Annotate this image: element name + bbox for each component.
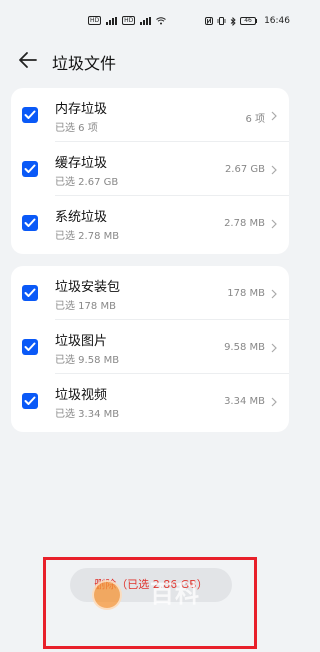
item-size: 178 MB xyxy=(227,288,265,299)
junk-group-2: 垃圾安装包 已选 178 MB 178 MB 垃圾图片 已选 9.58 MB 9… xyxy=(11,266,289,432)
status-left: HD HD xyxy=(88,16,167,25)
checkbox-checked-icon[interactable] xyxy=(22,161,38,177)
item-subtitle: 已选 6 项 xyxy=(55,123,98,134)
checkbox-checked-icon[interactable] xyxy=(22,215,38,231)
chevron-right-icon xyxy=(271,111,277,121)
header: 垃圾文件 xyxy=(0,44,300,76)
item-title: 垃圾安装包 xyxy=(55,280,121,295)
junk-item-images[interactable]: 垃圾图片 已选 9.58 MB 9.58 MB xyxy=(11,320,289,374)
junk-group-1: 内存垃圾 已选 6 项 6 项 缓存垃圾 已选 2.67 GB 2.67 GB … xyxy=(11,88,289,254)
bluetooth-icon xyxy=(230,16,236,26)
item-subtitle: 已选 2.67 GB xyxy=(55,177,119,188)
item-title: 系统垃圾 xyxy=(55,210,108,225)
checkbox-checked-icon[interactable] xyxy=(22,393,38,409)
item-subtitle: 已选 3.34 MB xyxy=(55,409,120,420)
item-title: 内存垃圾 xyxy=(55,102,108,117)
battery-level: 46 xyxy=(240,17,257,25)
vibrate-icon xyxy=(217,17,226,25)
nfc-icon xyxy=(205,17,214,25)
item-subtitle: 已选 178 MB xyxy=(55,301,116,312)
hd-icon: HD xyxy=(122,16,136,25)
junk-item-system[interactable]: 系统垃圾 已选 2.78 MB 2.78 MB xyxy=(11,196,289,250)
item-size: 2.67 GB xyxy=(224,164,265,175)
wifi-icon xyxy=(156,16,167,24)
clock: 16:46 xyxy=(264,16,290,26)
signal-icon xyxy=(106,16,118,25)
status-right: 46 16:46 xyxy=(205,16,290,26)
item-title: 缓存垃圾 xyxy=(55,156,108,171)
hd-icon: HD xyxy=(88,16,102,25)
back-arrow-icon[interactable] xyxy=(18,51,38,69)
highlight-box xyxy=(43,557,257,649)
page-title: 垃圾文件 xyxy=(52,54,117,73)
item-subtitle: 已选 9.58 MB xyxy=(55,355,120,366)
status-bar: HD HD 46 16:46 xyxy=(0,0,300,40)
chevron-right-icon xyxy=(271,397,277,407)
chevron-right-icon xyxy=(271,343,277,353)
battery-icon: 46 xyxy=(240,17,258,25)
item-title: 垃圾图片 xyxy=(55,334,108,349)
chevron-right-icon xyxy=(271,219,277,229)
checkbox-checked-icon[interactable] xyxy=(22,285,38,301)
item-subtitle: 已选 2.78 MB xyxy=(55,231,120,242)
signal-icon xyxy=(140,16,152,25)
item-size: 2.78 MB xyxy=(224,218,265,229)
item-size: 3.34 MB xyxy=(224,396,265,407)
checkbox-checked-icon[interactable] xyxy=(22,339,38,355)
chevron-right-icon xyxy=(271,289,277,299)
junk-item-apk[interactable]: 垃圾安装包 已选 178 MB 178 MB xyxy=(11,266,289,320)
item-title: 垃圾视频 xyxy=(55,388,108,403)
item-size: 6 项 xyxy=(245,114,265,125)
junk-item-memory[interactable]: 内存垃圾 已选 6 项 6 项 xyxy=(11,88,289,142)
checkbox-checked-icon[interactable] xyxy=(22,107,38,123)
chevron-right-icon xyxy=(271,165,277,175)
junk-item-videos[interactable]: 垃圾视频 已选 3.34 MB 3.34 MB xyxy=(11,374,289,428)
item-size: 9.58 MB xyxy=(224,342,265,353)
junk-item-cache[interactable]: 缓存垃圾 已选 2.67 GB 2.67 GB xyxy=(11,142,289,196)
